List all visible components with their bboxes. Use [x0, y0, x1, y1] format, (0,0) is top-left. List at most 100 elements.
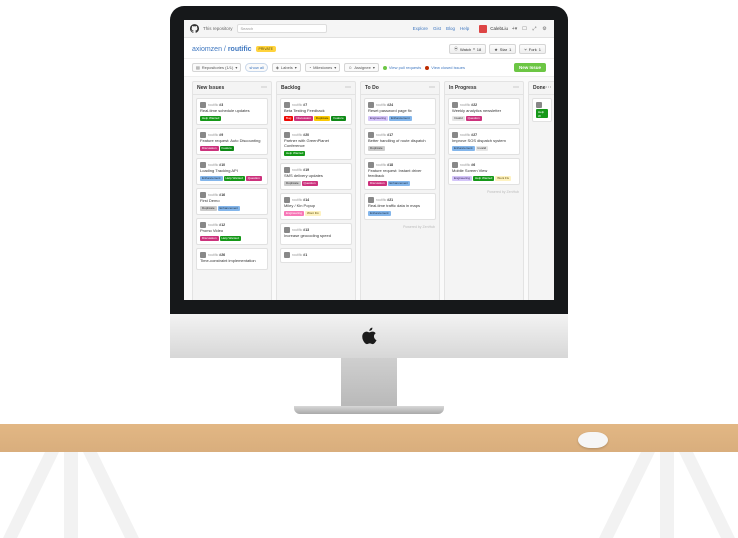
issue-card[interactable]: routific #24Reset password page fixEngin…	[364, 98, 436, 125]
label[interactable]: Enhancement	[368, 211, 391, 216]
issue-card[interactable]: routific #10Loading Tracking APIEnhancem…	[196, 158, 268, 185]
label[interactable]: Question	[302, 181, 318, 186]
nav-help[interactable]: Help	[460, 26, 469, 31]
filter-labels[interactable]: ◈ Labels ▾	[272, 63, 301, 72]
issue-card[interactable]: Help W	[532, 98, 552, 122]
issue-card[interactable]: routific #17Better handling of route dis…	[364, 128, 436, 155]
star-button[interactable]: ★ Star 1	[489, 44, 516, 54]
label[interactable]: Engineering	[368, 116, 388, 121]
label[interactable]: Enhancement	[389, 116, 412, 121]
label[interactable]: Feature	[331, 116, 345, 121]
search-input[interactable]: Search	[237, 24, 327, 33]
powered-by: Powered by ZenHub	[361, 223, 439, 229]
label[interactable]: Enhancement	[388, 181, 411, 186]
column-menu-icon[interactable]: ⋯	[261, 86, 267, 90]
label[interactable]: Help Wanted	[284, 151, 305, 156]
issue-ref: routific #7	[292, 103, 307, 107]
issue-title: Mobile Screen View	[452, 169, 516, 174]
issue-card[interactable]: routific #22Weekly analytics newsletterI…	[448, 98, 520, 125]
issue-card[interactable]: routific #13Increase geocoding speed	[280, 223, 352, 245]
column-header[interactable]: In Progress⋯	[445, 82, 523, 95]
repo-owner[interactable]: axiomzen	[192, 46, 222, 53]
column-header[interactable]: To Do⋯	[361, 82, 439, 95]
label[interactable]: Engineering	[284, 211, 304, 216]
label[interactable]: Discussion	[368, 181, 387, 186]
label[interactable]: Enhancement	[200, 176, 223, 181]
github-logo-icon[interactable]	[190, 24, 199, 33]
issue-card[interactable]: routific #20Partner with GreenPlanet Con…	[280, 128, 352, 160]
label[interactable]: Help Wanted	[224, 176, 245, 181]
label[interactable]: Bug	[284, 116, 293, 121]
label[interactable]: Help Wanted	[220, 236, 241, 241]
new-issue-button[interactable]: New Issue	[514, 63, 546, 72]
plus-icon[interactable]: +▾	[511, 26, 518, 32]
filter-assignee[interactable]: ☺ Assignee ▾	[344, 63, 379, 72]
label[interactable]: Enhancement	[218, 206, 241, 211]
label[interactable]: Wont Fix	[495, 176, 511, 181]
issue-card[interactable]: routific #3Real-time schedule updatesHel…	[196, 98, 268, 125]
label[interactable]: Duplicate	[368, 146, 385, 151]
label[interactable]: Duplicate	[284, 181, 301, 186]
nav-blog[interactable]: Blog	[446, 26, 455, 31]
issue-card[interactable]: routific #18Feature request: Instant dri…	[364, 158, 436, 190]
column-header[interactable]: Backlog⋯	[277, 82, 355, 95]
desk-surface	[0, 424, 738, 452]
issue-card[interactable]: routific #9Feature request: Auto Discoun…	[196, 128, 268, 155]
label[interactable]: Discussion	[200, 146, 219, 151]
issue-card[interactable]: routific #7Beta Testing FeedbackBugDiscu…	[280, 98, 352, 125]
repo-title[interactable]: axiomzen / routific	[192, 46, 252, 53]
issue-card[interactable]: routific #12Promo VideoDiscussionHelp Wa…	[196, 218, 268, 245]
filter-bar: ▤ Repositories (1/1) ▾ show all ◈ Labels…	[184, 59, 554, 77]
issue-card[interactable]: routific #19SMS delivery updatesDuplicat…	[280, 163, 352, 190]
column-menu-icon[interactable]: ⋯	[513, 86, 519, 90]
column-menu-icon[interactable]: ⋯	[429, 86, 435, 90]
issue-ref: routific #19	[292, 168, 309, 172]
label[interactable]: Invalid	[476, 146, 489, 151]
label[interactable]: Duplicate	[314, 116, 331, 121]
issue-card[interactable]: routific #27Improve SOS dispatch systemE…	[448, 128, 520, 155]
view-closed-issues[interactable]: View closed issues	[425, 65, 465, 70]
gear-icon[interactable]: ⚙	[541, 26, 548, 32]
label[interactable]: Wont Fix	[305, 211, 321, 216]
column-header[interactable]: Done⋯	[529, 82, 554, 95]
filter-showall[interactable]: show all	[245, 63, 267, 72]
filter-repos[interactable]: ▤ Repositories (1/1) ▾	[192, 63, 241, 72]
issue-card[interactable]: routific #1	[280, 248, 352, 263]
board-column: New Issues⋯ routific #3Real-time schedule…	[192, 81, 272, 300]
watch-button[interactable]: ⦿ Watch▾ 18	[449, 44, 486, 54]
notif-icon[interactable]: ☐	[521, 26, 528, 32]
issue-card[interactable]: routific #16First DemoDuplicateEnhanceme…	[196, 188, 268, 215]
repo-context[interactable]: This repository	[203, 26, 233, 31]
label[interactable]: Help W	[536, 109, 548, 118]
username[interactable]: CalebLiu	[490, 26, 508, 31]
label[interactable]: Question	[466, 116, 482, 121]
label[interactable]: Enhancement	[452, 146, 475, 151]
repo-name[interactable]: routific	[228, 46, 252, 53]
issue-card[interactable]: routific #6Mobile Screen ViewEngineering…	[448, 158, 520, 185]
label[interactable]: Feature	[220, 146, 234, 151]
nav-explore[interactable]: Explore	[413, 26, 428, 31]
issue-card[interactable]: routific #21Real-time traffic data in ma…	[364, 193, 436, 220]
filter-milestones[interactable]: ◔ Milestones ▾	[305, 63, 341, 72]
expand-icon[interactable]: ⤢	[531, 26, 538, 32]
label[interactable]: Discussion	[200, 236, 219, 241]
label[interactable]: Help Wanted	[200, 116, 221, 121]
column-header[interactable]: New Issues⋯	[193, 82, 271, 95]
label[interactable]: Discussion	[294, 116, 313, 121]
label[interactable]: Engineering	[452, 176, 472, 181]
nav-gist[interactable]: Gist	[433, 26, 441, 31]
issue-title: First Demo	[200, 199, 264, 204]
label[interactable]: Duplicate	[200, 206, 217, 211]
view-pull-requests[interactable]: View pull requests	[383, 65, 421, 70]
avatar[interactable]	[479, 25, 487, 33]
column-menu-icon[interactable]: ⋯	[345, 86, 351, 90]
label[interactable]: Question	[246, 176, 262, 181]
issue-ref: routific #1	[292, 253, 307, 257]
label[interactable]: Help Wanted	[473, 176, 494, 181]
column-menu-icon[interactable]: ⋯	[546, 86, 552, 90]
label[interactable]: Invalid	[452, 116, 465, 121]
fork-button[interactable]: ⑂ Fork 1	[519, 44, 546, 54]
issue-card[interactable]: routific #26Time-constraint implementati…	[196, 248, 268, 270]
board-column: To Do⋯ routific #24Reset password page fi…	[360, 81, 440, 300]
issue-card[interactable]: routific #14Miley / Kin PopupEngineering…	[280, 193, 352, 220]
